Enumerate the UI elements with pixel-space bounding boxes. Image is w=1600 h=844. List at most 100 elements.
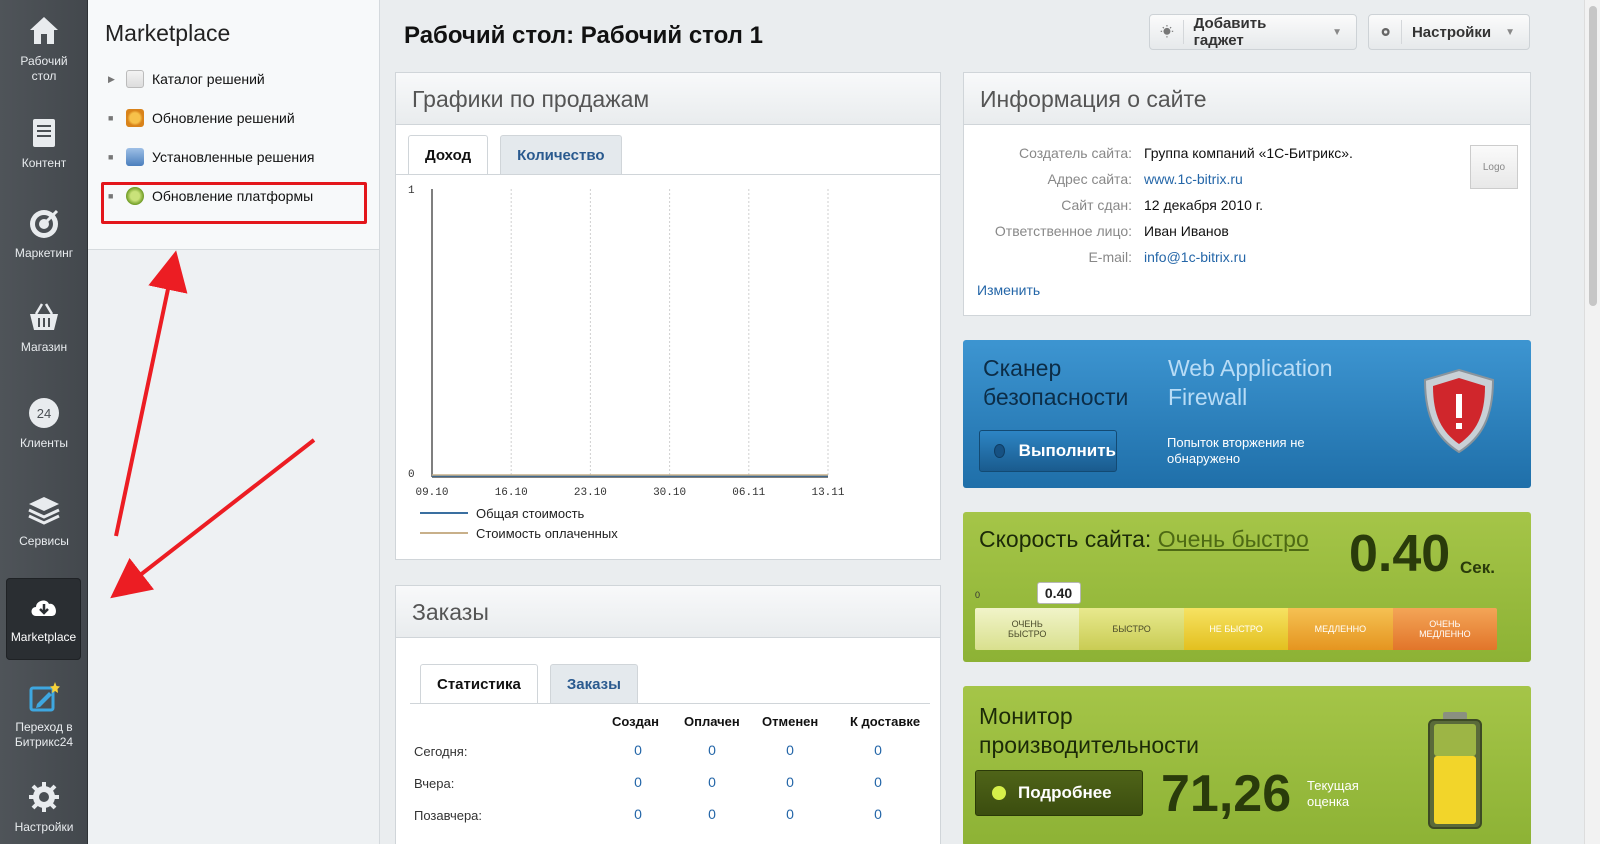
orders-row-label: Сегодня:	[414, 744, 468, 759]
orders-count-link[interactable]: 0	[770, 742, 810, 758]
orders-column-header: Создан	[612, 714, 659, 729]
details-label: Подробнее	[1018, 783, 1112, 802]
target-icon	[30, 209, 59, 238]
rail-label-clients: Клиенты	[19, 436, 69, 450]
speed-title: Скорость сайта: Очень быстро	[979, 526, 1309, 553]
perf-title: Монитор производительности	[979, 703, 1200, 758]
gear-icon	[1381, 20, 1402, 44]
submenu-item-installed[interactable]: ■ Установленные решения	[108, 148, 315, 166]
run-scan-label: Выполнить	[1018, 441, 1116, 460]
rail-item-settings[interactable]: Настройки	[0, 780, 88, 835]
speed-seg-fast: БЫСТРО	[1079, 608, 1184, 650]
orders-count-link[interactable]: 0	[618, 742, 658, 758]
orders-tabs-divider	[410, 703, 930, 704]
add-gadget-button[interactable]: Добавить гаджет ▼	[1149, 14, 1357, 50]
chevron-down-icon: ▼	[1332, 26, 1342, 38]
orders-count-link[interactable]: 0	[858, 806, 898, 822]
speed-seg-not-fast: НЕ БЫСТРО	[1183, 608, 1289, 650]
orders-count-link[interactable]: 0	[770, 806, 810, 822]
rail-item-bitrix24[interactable]: Переход в Битрикс24	[0, 680, 88, 750]
orders-column-header: Оплачен	[684, 714, 740, 729]
run-scan-button[interactable]: Выполнить	[979, 430, 1117, 472]
marketplace-submenu: Marketplace ▶ Каталог решений ■ Обновлен…	[88, 0, 380, 844]
orders-count-link[interactable]: 0	[692, 806, 732, 822]
site-info-key: Создатель сайта:	[1019, 145, 1132, 161]
orders-count-link[interactable]: 0	[692, 774, 732, 790]
speed-unit: Сек.	[1460, 558, 1495, 577]
orders-row-label: Позавчера:	[414, 808, 483, 823]
tab-orders[interactable]: Заказы	[549, 664, 638, 704]
y-tick-label: 1	[408, 185, 415, 197]
orders-count-link[interactable]: 0	[618, 806, 658, 822]
site-speed-widget: Скорость сайта: Очень быстро 0.40 Сек. 0…	[963, 512, 1531, 662]
scrollbar-thumb[interactable]	[1589, 6, 1597, 306]
y-tick-label: 0	[408, 469, 415, 481]
page-scrollbar[interactable]	[1584, 0, 1600, 844]
site-info-key: E-mail:	[1088, 249, 1132, 265]
clock-24-icon: 24	[29, 398, 59, 428]
installed-solutions-icon	[126, 148, 144, 166]
site-info-value: 12 декабря 2010 г.	[1144, 197, 1264, 213]
rail-item-shop[interactable]: Магазин	[0, 300, 88, 355]
orders-count-link[interactable]: 0	[858, 774, 898, 790]
expand-arrow-icon[interactable]: ▶	[108, 74, 116, 85]
submenu-label-catalog: Каталог решений	[152, 71, 265, 87]
speed-seg-very-slow: ОЧЕНЬ МЕДЛЕННО	[1392, 608, 1497, 650]
gear-icon	[29, 782, 59, 812]
site-info-panel: Информация о сайте Создатель сайта: Групп…	[963, 72, 1531, 316]
site-info-link[interactable]: www.1c-bitrix.ru	[1144, 171, 1243, 187]
cloud-download-icon	[31, 600, 56, 616]
security-scanner-widget: Сканер безопасности Web Application Fire…	[963, 340, 1531, 488]
speed-value: 0.40	[1349, 525, 1451, 583]
submenu-item-update-solutions[interactable]: ■ Обновление решений	[108, 109, 295, 127]
speed-zero-label: 0	[975, 590, 981, 600]
rail-item-services[interactable]: Сервисы	[0, 494, 88, 549]
site-info-title: Информация о сайте	[964, 73, 1530, 125]
tab-statistics[interactable]: Статистика	[420, 664, 538, 704]
rail-item-content[interactable]: Контент	[0, 116, 88, 171]
orders-count-link[interactable]: 0	[618, 774, 658, 790]
submenu-item-catalog[interactable]: ▶ Каталог решений	[108, 70, 265, 88]
rail-label-desktop: Рабочий стол	[20, 54, 68, 83]
site-info-row: Создатель сайта: Группа компаний «1С-Битр…	[964, 145, 1353, 161]
rail-label-marketing: Маркетинг	[14, 246, 74, 260]
rail-label-marketplace: Marketplace	[10, 630, 77, 644]
rail-item-desktop[interactable]: Рабочий стол	[0, 14, 88, 84]
speed-rating-link[interactable]: Очень быстро	[1158, 526, 1309, 552]
orders-count-link[interactable]: 0	[858, 742, 898, 758]
left-rail: Рабочий стол Контент Маркетинг Магазин 2…	[0, 0, 88, 844]
main-area: Рабочий стол: Рабочий стол 1 Добавить га…	[380, 0, 1600, 844]
rail-label-services: Сервисы	[19, 534, 69, 548]
rail-item-marketplace[interactable]: Marketplace	[6, 578, 81, 660]
x-tick-label: 30.10	[653, 487, 686, 499]
legend-label: Общая стоимость	[476, 506, 585, 521]
bullet-icon: ■	[108, 152, 114, 162]
settings-label: Настройки	[1411, 23, 1492, 41]
settings-button[interactable]: Настройки ▼	[1368, 14, 1530, 50]
status-dot-icon	[994, 444, 1005, 458]
x-tick-label: 09.10	[415, 487, 448, 499]
site-info-link[interactable]: info@1c-bitrix.ru	[1144, 249, 1246, 265]
lightbulb-icon	[1160, 20, 1184, 44]
orders-count-link[interactable]: 0	[770, 774, 810, 790]
rail-item-clients[interactable]: 24 Клиенты	[0, 396, 88, 451]
orders-title: Заказы	[396, 586, 940, 638]
orders-count-link[interactable]: 0	[692, 742, 732, 758]
speed-scale: ОЧЕНЬ БЫСТРО БЫСТРО НЕ БЫСТРО МЕДЛЕННО О…	[975, 608, 1497, 650]
edit-link[interactable]: Изменить	[977, 282, 1040, 298]
submenu-label-update-solutions: Обновление решений	[152, 110, 295, 126]
page-title: Рабочий стол: Рабочий стол 1	[404, 22, 763, 49]
catalog-icon	[126, 70, 144, 88]
details-button[interactable]: Подробнее	[975, 770, 1143, 816]
rail-item-marketing[interactable]: Маркетинг	[0, 206, 88, 261]
rail-label-settings: Настройки	[14, 820, 74, 834]
star-edit-icon	[29, 682, 60, 712]
submenu-label-installed: Установленные решения	[152, 149, 315, 165]
status-dot-icon	[992, 786, 1006, 800]
scanner-title: Сканер безопасности	[983, 355, 1129, 410]
speed-seg-very-fast: ОЧЕНЬ БЫСТРО	[975, 608, 1080, 650]
orders-column-header: Отменен	[762, 714, 819, 729]
speed-title-label: Скорость сайта:	[979, 526, 1158, 552]
x-tick-label: 13.11	[811, 487, 844, 499]
site-info-key: Ответственное лицо:	[994, 223, 1132, 239]
